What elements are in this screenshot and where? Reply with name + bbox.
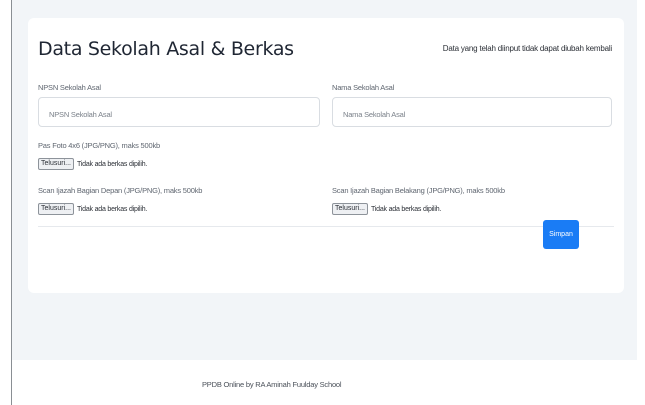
footer: PPDB Online by RA Aminah Fuulday School: [12, 360, 637, 405]
ijazah-front-file-input[interactable]: Telusuri... Tidak ada berkas dipilih.: [38, 203, 147, 215]
school-name-input[interactable]: Nama Sekolah Asal: [332, 97, 612, 127]
school-name-label: Nama Sekolah Asal: [332, 83, 395, 92]
ijazah-back-file-status: Tidak ada berkas dipilih.: [370, 205, 442, 213]
save-button[interactable]: Simpan: [543, 220, 579, 249]
card-title: Data Sekolah Asal & Berkas: [38, 38, 294, 60]
ijazah-back-label: Scan Ijazah Bagian Belakang (JPG/PNG), m…: [332, 186, 505, 195]
school-data-card: Data Sekolah Asal & Berkas Data yang tel…: [28, 18, 624, 293]
photo-file-status: Tidak ada berkas dipilih.: [76, 160, 148, 168]
npsn-label: NPSN Sekolah Asal: [38, 83, 101, 92]
npsn-input[interactable]: NPSN Sekolah Asal: [38, 97, 320, 127]
edit-lock-note: Data yang telah diinput tidak dapat diub…: [442, 44, 612, 53]
form-divider: [38, 226, 614, 227]
ijazah-front-file-status: Tidak ada berkas dipilih.: [76, 205, 148, 213]
ijazah-back-file-input[interactable]: Telusuri... Tidak ada berkas dipilih.: [332, 203, 441, 215]
ijazah-front-label: Scan Ijazah Bagian Depan (JPG/PNG), maks…: [38, 186, 203, 195]
ijazah-back-browse-button[interactable]: Telusuri...: [332, 203, 368, 215]
photo-file-input[interactable]: Telusuri... Tidak ada berkas dipilih.: [38, 158, 147, 170]
ijazah-front-browse-button[interactable]: Telusuri...: [38, 203, 74, 215]
photo-label: Pas Foto 4x6 (JPG/PNG), maks 500kb: [38, 141, 160, 150]
photo-browse-button[interactable]: Telusuri...: [38, 158, 74, 170]
footer-credit: PPDB Online by RA Aminah Fuulday School: [202, 380, 342, 389]
